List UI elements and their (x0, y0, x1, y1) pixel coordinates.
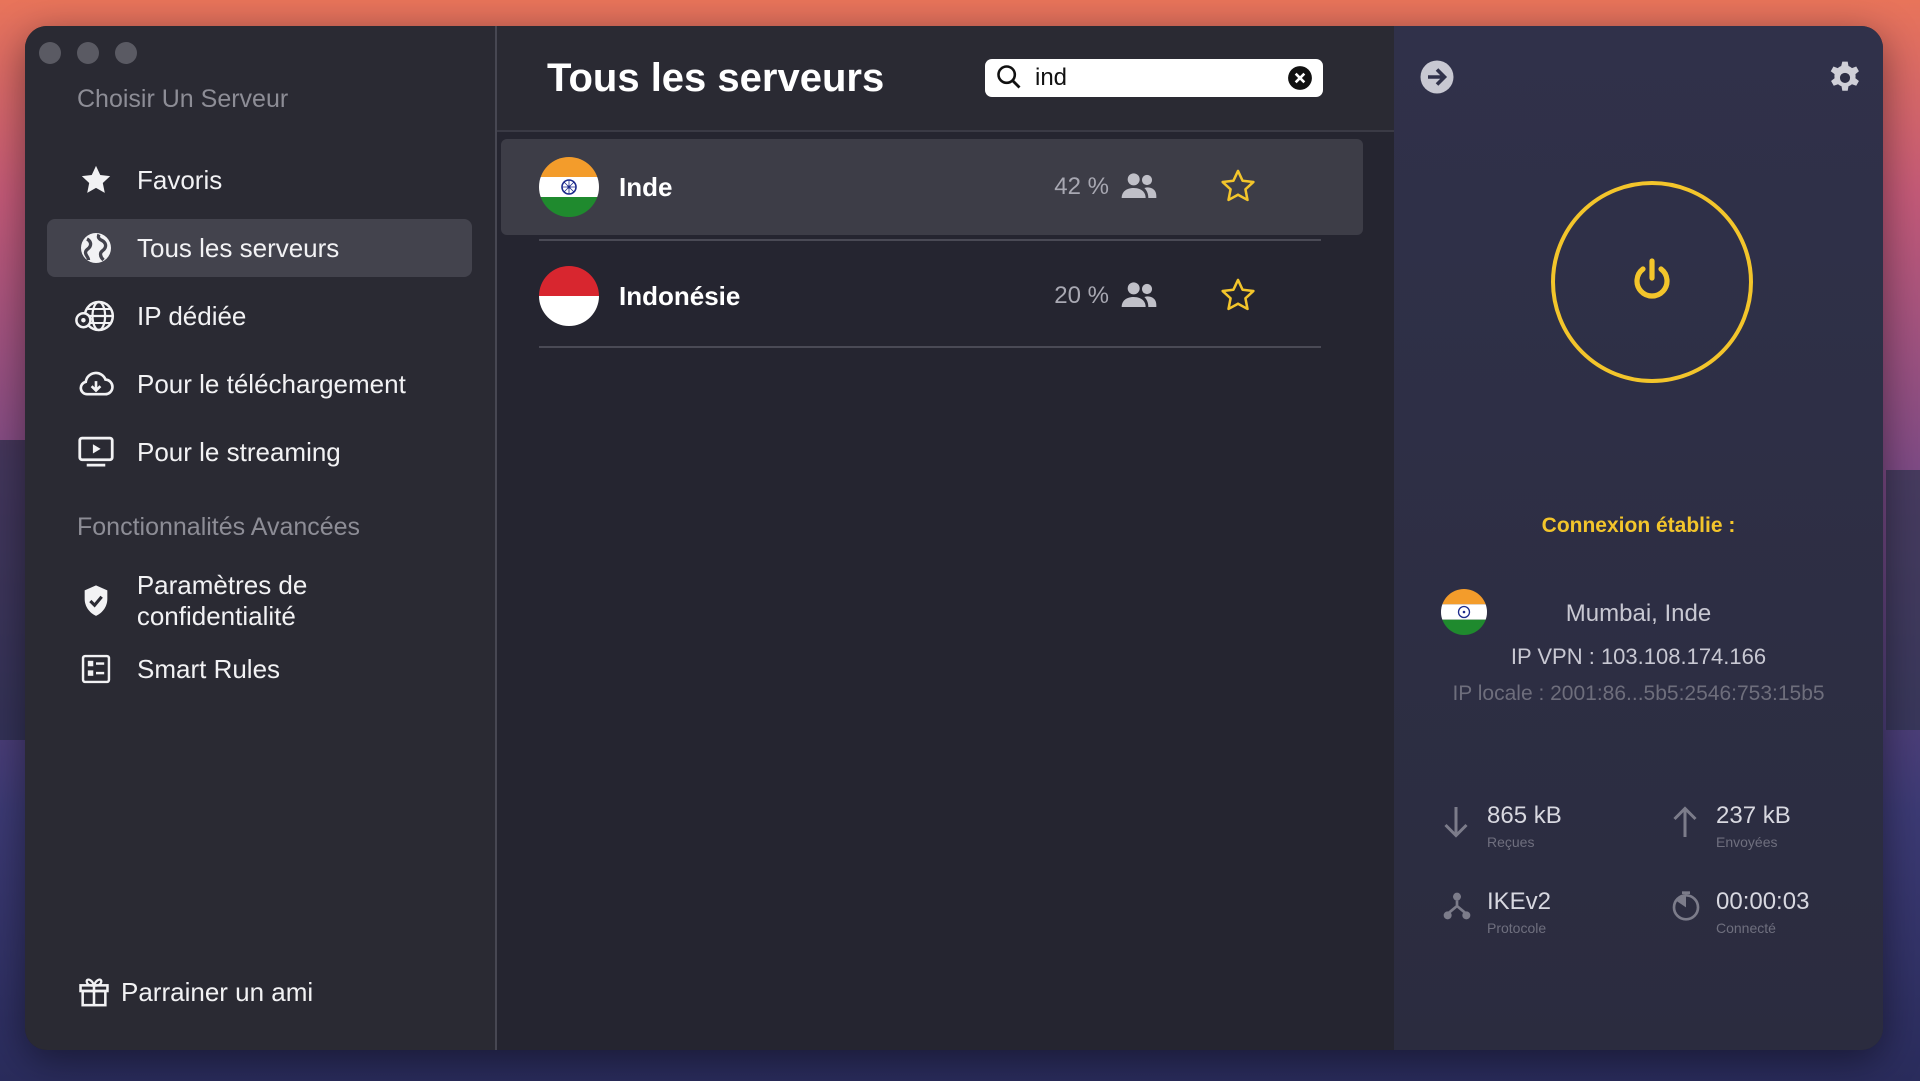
app-window: Choisir Un Serveur Favoris Tous les serv… (25, 26, 1883, 1050)
search-box[interactable] (985, 59, 1323, 97)
local-ip-address: IP locale : 2001:86...5b5:2546:753:15b5 (1452, 682, 1825, 705)
refer-friend-link[interactable]: Parrainer un ami (77, 974, 313, 1010)
server-name: Indonésie (619, 280, 741, 311)
connected-location: Mumbai, Inde (1565, 600, 1712, 627)
protocol-value: IKEv2 (1487, 888, 1552, 915)
vpn-ip-address: IP VPN : 103.108.174.166 (1510, 644, 1767, 669)
background-right-decoration (1886, 470, 1920, 730)
background-left-decoration (0, 440, 26, 740)
sidebar-item-label: Pour le téléchargement (137, 368, 406, 399)
power-icon (1628, 256, 1676, 309)
protocol-label: Protocole (1487, 920, 1547, 936)
sidebar-item-smart-rules[interactable]: Smart Rules (47, 640, 472, 698)
favorite-star-icon[interactable] (1219, 167, 1259, 207)
sidebar-item-label: IP dédiée (137, 300, 247, 331)
duration-label: Connecté (1716, 920, 1776, 936)
stat-duration: 00:00:03 Connecté (1670, 888, 1809, 936)
power-button[interactable] (1551, 181, 1753, 383)
minimize-window-button[interactable] (77, 42, 99, 64)
received-label: Reçues (1487, 834, 1535, 850)
users-icon (1119, 171, 1159, 203)
list-header: Tous les serveurs (497, 26, 1394, 132)
stat-sent: 237 kB Envoyées (1670, 802, 1791, 850)
cloud-download-icon (75, 363, 117, 405)
server-row-indonesie[interactable]: Indonésie 20 % (501, 248, 1363, 344)
stat-received: 865 kB Reçues (1441, 802, 1562, 850)
row-divider (539, 239, 1321, 241)
favorite-star-icon[interactable] (1219, 276, 1259, 316)
connection-panel: Connexion établie : Mumbai, Inde IP VPN … (1394, 26, 1883, 1050)
sent-value: 237 kB (1716, 802, 1791, 829)
gear-icon[interactable] (1826, 60, 1864, 98)
server-name: Inde (619, 171, 673, 202)
sidebar-item-streaming[interactable]: Pour le streaming (47, 423, 472, 481)
sidebar-item-privacy[interactable]: Paramètres de confidentialité (47, 570, 472, 631)
server-row-inde[interactable]: Inde 42 % (501, 139, 1363, 235)
indonesia-flag-icon (539, 266, 599, 326)
server-load: 42 % (1054, 173, 1109, 200)
sidebar-item-label: Tous les serveurs (137, 232, 340, 263)
sidebar-item-favoris[interactable]: Favoris (47, 151, 472, 209)
streaming-icon (75, 431, 117, 473)
clear-search-icon[interactable] (1287, 65, 1313, 91)
page-title: Tous les serveurs (547, 56, 885, 100)
dedicated-ip-icon (75, 295, 117, 337)
sidebar-item-dedicated-ip[interactable]: IP dédiée (47, 287, 472, 345)
server-list-pane: Tous les serveurs Inde 42 % (497, 26, 1394, 1050)
referral-label: Parrainer un ami (121, 976, 314, 1007)
section-label-choose-server: Choisir Un Serveur (77, 85, 289, 113)
close-window-button[interactable] (39, 42, 61, 64)
sidebar-item-all-servers[interactable]: Tous les serveurs (47, 219, 472, 277)
sidebar: Choisir Un Serveur Favoris Tous les serv… (25, 26, 497, 1050)
gift-icon (77, 974, 113, 1010)
sidebar-item-label: Smart Rules (137, 653, 281, 684)
duration-value: 00:00:03 (1716, 888, 1810, 915)
window-controls (39, 42, 137, 64)
sidebar-item-label: Favoris (137, 164, 223, 195)
zoom-window-button[interactable] (115, 42, 137, 64)
sidebar-item-label: Pour le streaming (137, 436, 341, 467)
protocol-icon (1441, 890, 1473, 926)
section-label-advanced: Fonctionnalités Avancées (77, 513, 361, 541)
server-load: 20 % (1054, 282, 1109, 309)
connection-status: Connexion établie : (1541, 514, 1736, 537)
timer-icon (1670, 890, 1702, 926)
users-icon (1119, 280, 1159, 312)
star-icon (75, 159, 117, 201)
arrow-down-icon (1441, 804, 1473, 840)
arrow-right-icon[interactable] (1419, 59, 1455, 95)
row-divider (539, 346, 1321, 348)
received-value: 865 kB (1487, 802, 1562, 829)
search-icon (995, 63, 1025, 93)
sidebar-item-label: Paramètres de confidentialité (136, 570, 308, 631)
india-flag-icon (539, 157, 599, 217)
arrow-up-icon (1670, 804, 1702, 840)
smart-rules-icon (75, 648, 117, 690)
sent-label: Envoyées (1716, 834, 1778, 850)
sidebar-item-download[interactable]: Pour le téléchargement (47, 355, 472, 413)
globe-icon (75, 227, 117, 269)
stat-protocol: IKEv2 Protocole (1441, 888, 1551, 936)
search-input[interactable] (1033, 63, 1277, 93)
shield-icon (75, 580, 117, 622)
